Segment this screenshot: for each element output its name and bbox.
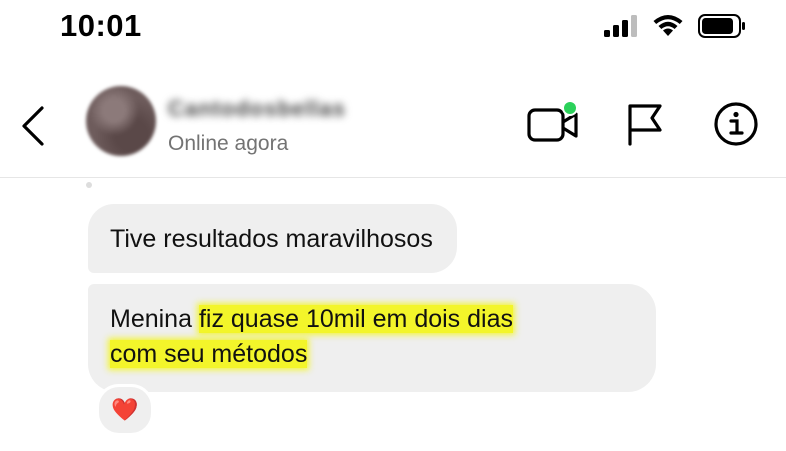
avatar[interactable] [86,86,156,156]
highlighted-text: fiz quase 10mil em dois dias [198,305,513,333]
status-bar: 10:01 [0,0,786,58]
report-flag-button[interactable] [624,100,668,148]
chat-header: Cantodosbellas Online agora [0,80,786,176]
status-time: 10:01 [60,8,142,43]
message-text: Menina [110,305,199,333]
message-thread[interactable]: Tive resultados maravilhosos Menina fiz … [0,178,786,451]
contact-name[interactable]: Cantodosbellas [168,96,346,122]
video-camera-icon [527,100,578,142]
presence-status: Online agora [168,132,289,155]
message-bubble[interactable]: Menina fiz quase 10mil em dois dias com … [88,284,656,392]
heart-icon: ❤️ [111,397,139,422]
flag-icon [628,104,662,146]
message-text: Tive resultados maravilhosos [110,225,433,253]
message-bubble[interactable]: Tive resultados maravilhosos [88,204,457,273]
info-button[interactable] [712,100,760,148]
info-icon [714,102,758,146]
video-call-button[interactable] [526,100,582,148]
status-icons [604,14,746,38]
cellular-signal-icon [604,15,638,37]
scroll-indicator [86,182,92,188]
battery-icon [698,14,746,38]
heart-reaction[interactable]: ❤️ [96,384,154,436]
highlighted-text: com seu métodos [110,340,308,368]
wifi-icon [652,14,684,38]
back-button[interactable] [14,98,54,154]
chevron-left-icon [22,106,44,146]
